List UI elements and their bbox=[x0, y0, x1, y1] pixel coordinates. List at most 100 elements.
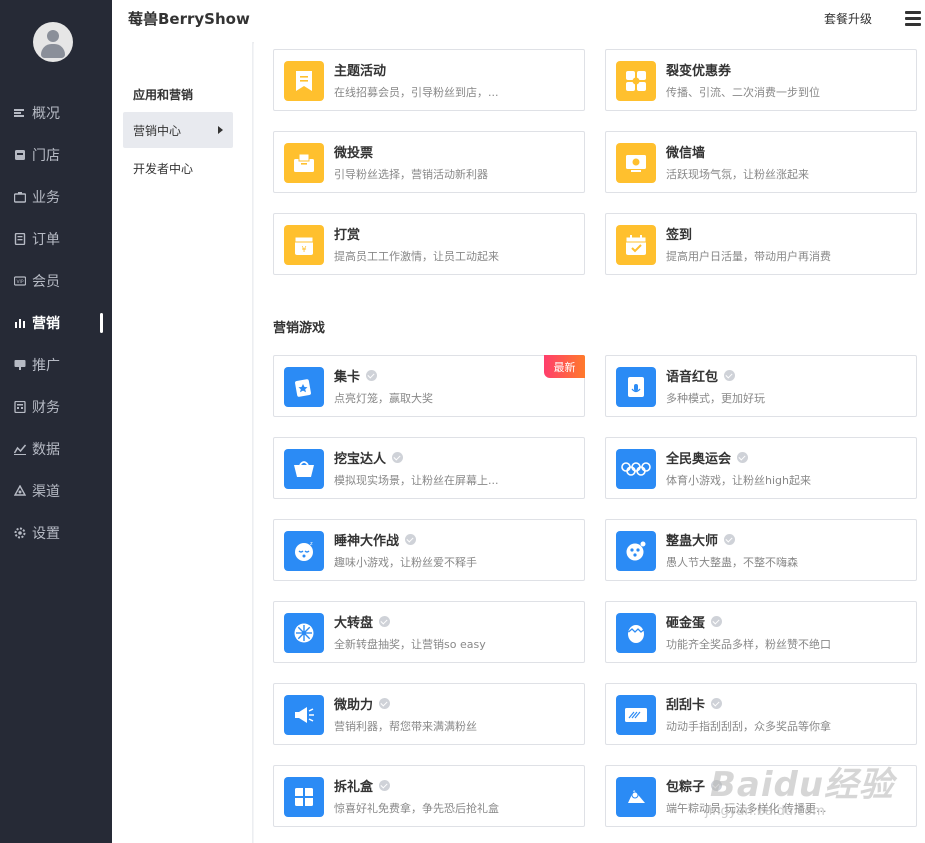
wheel-icon bbox=[284, 613, 324, 653]
verified-icon bbox=[724, 534, 736, 545]
card-title: 主题活动 bbox=[334, 64, 387, 79]
svg-text:z: z bbox=[310, 541, 313, 547]
subnav-title: 应用和营销 bbox=[133, 88, 194, 102]
brand-name: 莓兽BerryShow bbox=[128, 10, 250, 28]
card-title: 拆礼盒 bbox=[334, 776, 391, 795]
game-card-big-wheel[interactable]: 大转盘 全新转盘抽奖，让营销so easy bbox=[273, 601, 585, 663]
sidebar-item-label: 营销 bbox=[32, 316, 60, 332]
finance-icon bbox=[14, 401, 26, 413]
bookmark-icon bbox=[284, 61, 324, 101]
sidebar-item-finance[interactable]: 财务 bbox=[0, 395, 112, 419]
sidebar-item-settings[interactable]: 设置 bbox=[0, 521, 112, 545]
game-card-golden-egg[interactable]: 砸金蛋 功能齐全奖品多样，粉丝赞不绝口 bbox=[605, 601, 917, 663]
game-card-national-olympics[interactable]: 全民奥运会 体育小游戏，让粉丝high起来 bbox=[605, 437, 917, 499]
card-description: 活跃现场气氛，让粉丝涨起来 bbox=[666, 168, 809, 181]
card-title: 签到 bbox=[666, 228, 693, 243]
app-card-check-in[interactable]: 签到 提高用户日活量，带动用户再消费 bbox=[605, 213, 917, 275]
ballot-icon bbox=[284, 143, 324, 183]
main-sidebar: 概况 门店 业务 订单 VIP 会员 营销 推广 财务 数据 渠道 设置 bbox=[0, 0, 112, 843]
game-card-collect-cards[interactable]: 集卡 点亮灯笼，赢取大奖 最新 bbox=[273, 355, 585, 417]
game-card-treasure-digger[interactable]: 挖宝达人 模拟现实场景，让粉丝在屏幕上... bbox=[273, 437, 585, 499]
sidebar-item-data[interactable]: 数据 bbox=[0, 437, 112, 461]
data-icon bbox=[14, 443, 26, 455]
card-description: 多种模式，更加好玩 bbox=[666, 392, 765, 405]
app-card-reward[interactable]: ¥ 打赏 提高员工工作激情，让员工动起来 bbox=[273, 213, 585, 275]
sidebar-item-label: 数据 bbox=[32, 442, 60, 458]
svg-text:¥: ¥ bbox=[301, 245, 306, 254]
sidebar-item-promote[interactable]: 推广 bbox=[0, 353, 112, 377]
sidebar-item-store[interactable]: 门店 bbox=[0, 143, 112, 167]
sidebar-item-business[interactable]: 业务 bbox=[0, 185, 112, 209]
sidebar-item-label: 设置 bbox=[32, 526, 60, 542]
coupon-icon bbox=[616, 61, 656, 101]
section-title-games: 营销游戏 bbox=[273, 321, 326, 336]
top-header: 莓兽BerryShow 套餐升级 bbox=[112, 0, 925, 42]
card-description: 在线招募会员，引导粉丝到店，... bbox=[334, 86, 499, 99]
app-card-micro-vote[interactable]: 微投票 引导粉丝选择，营销活动新利器 bbox=[273, 131, 585, 193]
card-description: 点亮灯笼，赢取大奖 bbox=[334, 392, 433, 405]
game-card-voice-red-envelope[interactable]: 语音红包 多种模式，更加好玩 bbox=[605, 355, 917, 417]
subnav-item-developer-center[interactable]: 开发者中心 bbox=[123, 150, 233, 186]
verified-icon bbox=[366, 370, 378, 381]
secondary-sidebar: 应用和营销 营销中心 开发者中心 bbox=[112, 42, 253, 843]
game-card-sleepy-battle[interactable]: z 睡神大作战 趣味小游戏，让粉丝爱不释手 bbox=[273, 519, 585, 581]
gift-box-icon bbox=[284, 777, 324, 817]
megaphone-icon bbox=[284, 695, 324, 735]
verified-icon bbox=[392, 452, 404, 463]
card-description: 端午粽动员 玩法多样化 传播更... bbox=[666, 802, 827, 815]
upgrade-plan-link[interactable]: 套餐升级 bbox=[824, 10, 872, 27]
verified-icon bbox=[379, 616, 391, 627]
card-title: 裂变优惠券 bbox=[666, 64, 732, 79]
bar-chart-icon bbox=[14, 317, 26, 329]
app-card-fission-coupon[interactable]: 裂变优惠券 传播、引流、二次消费一步到位 bbox=[605, 49, 917, 111]
sidebar-item-label: 订单 bbox=[32, 232, 60, 248]
game-card-micro-boost[interactable]: 微助力 营销利器，帮您带来满满粉丝 bbox=[273, 683, 585, 745]
app-card-theme-event[interactable]: 主题活动 在线招募会员，引导粉丝到店，... bbox=[273, 49, 585, 111]
verified-icon bbox=[724, 370, 736, 381]
verified-icon bbox=[379, 780, 391, 791]
new-badge: 最新 bbox=[544, 355, 585, 378]
card-title: 集卡 bbox=[334, 366, 378, 385]
card-description: 营销利器，帮您带来满满粉丝 bbox=[334, 720, 477, 733]
cards-icon bbox=[284, 367, 324, 407]
card-description: 体育小游戏，让粉丝high起来 bbox=[666, 474, 811, 487]
card-title: 语音红包 bbox=[666, 366, 736, 385]
card-title: 挖宝达人 bbox=[334, 448, 404, 467]
sidebar-item-label: 业务 bbox=[32, 190, 60, 206]
game-card-scratch-card[interactable]: 刮刮卡 动动手指刮刮刮，众多奖品等你拿 bbox=[605, 683, 917, 745]
sidebar-item-channel[interactable]: 渠道 bbox=[0, 479, 112, 503]
verified-icon bbox=[711, 780, 723, 791]
zongzi-icon bbox=[616, 777, 656, 817]
caret-right-icon bbox=[218, 126, 223, 134]
card-title: 微投票 bbox=[334, 146, 374, 161]
card-description: 引导粉丝选择，营销活动新利器 bbox=[334, 168, 488, 181]
subnav-item-marketing-center[interactable]: 营销中心 bbox=[123, 112, 233, 148]
card-description: 趣味小游戏，让粉丝爱不释手 bbox=[334, 556, 477, 569]
sidebar-item-member[interactable]: VIP 会员 bbox=[0, 269, 112, 293]
card-title: 全民奥运会 bbox=[666, 448, 749, 467]
game-card-prank-master[interactable]: 整蛊大师 愚人节大整蛊，不整不嗨森 bbox=[605, 519, 917, 581]
card-title: 整蛊大师 bbox=[666, 530, 736, 549]
verified-icon bbox=[711, 698, 723, 709]
card-title: 包粽子 bbox=[666, 776, 723, 795]
card-title: 砸金蛋 bbox=[666, 612, 723, 631]
calendar-check-icon bbox=[616, 225, 656, 265]
avatar[interactable] bbox=[33, 22, 73, 62]
card-description: 动动手指刮刮刮，众多奖品等你拿 bbox=[666, 720, 831, 733]
verified-icon bbox=[711, 616, 723, 627]
game-card-wrap-zongzi[interactable]: 包粽子 端午粽动员 玩法多样化 传播更... bbox=[605, 765, 917, 827]
card-title: 微信墙 bbox=[666, 146, 706, 161]
avatar-body bbox=[41, 44, 65, 58]
card-title: 睡神大作战 bbox=[334, 530, 417, 549]
overview-icon bbox=[14, 107, 26, 119]
svg-text:VIP: VIP bbox=[16, 279, 23, 285]
order-icon bbox=[14, 233, 26, 245]
sidebar-item-order[interactable]: 订单 bbox=[0, 227, 112, 251]
sidebar-item-overview[interactable]: 概况 bbox=[0, 101, 112, 125]
card-description: 功能齐全奖品多样，粉丝赞不绝口 bbox=[666, 638, 831, 651]
hamburger-menu-icon[interactable] bbox=[905, 11, 921, 27]
app-card-wechat-wall[interactable]: 微信墙 活跃现场气氛，让粉丝涨起来 bbox=[605, 131, 917, 193]
sidebar-item-marketing[interactable]: 营销 bbox=[0, 311, 112, 335]
game-card-gift-box[interactable]: 拆礼盒 惊喜好礼免费拿，争先恐后抢礼盒 bbox=[273, 765, 585, 827]
card-description: 全新转盘抽奖，让营销so easy bbox=[334, 638, 486, 651]
